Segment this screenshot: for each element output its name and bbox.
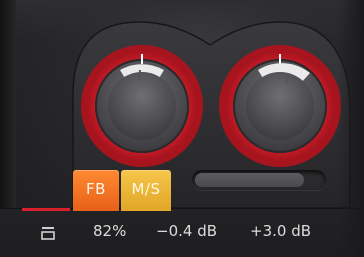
yellow-indicator-strip: [121, 208, 171, 211]
slider-fill: [195, 173, 304, 187]
mix-readout[interactable]: 82%: [93, 222, 126, 240]
left-knob[interactable]: [76, 40, 208, 172]
red-indicator-strip: [22, 208, 70, 211]
plugin-panel: FB M/S 82% −0.4 dB +3.0 dB: [0, 0, 364, 257]
menu-icon[interactable]: [41, 226, 55, 240]
fb-button[interactable]: FB: [73, 170, 119, 208]
gain-readout-2[interactable]: +3.0 dB: [250, 222, 311, 240]
orange-indicator-strip: [73, 208, 119, 211]
right-knob-graphic: [219, 45, 341, 167]
ms-button-label: M/S: [131, 180, 161, 198]
panel-right-shade: [338, 0, 364, 257]
fb-button-label: FB: [86, 180, 106, 198]
right-knob[interactable]: [214, 40, 346, 172]
ms-button[interactable]: M/S: [121, 170, 171, 208]
left-knob-graphic: [81, 45, 203, 167]
gain-readout-1[interactable]: −0.4 dB: [156, 222, 217, 240]
horizontal-slider[interactable]: [192, 170, 326, 190]
